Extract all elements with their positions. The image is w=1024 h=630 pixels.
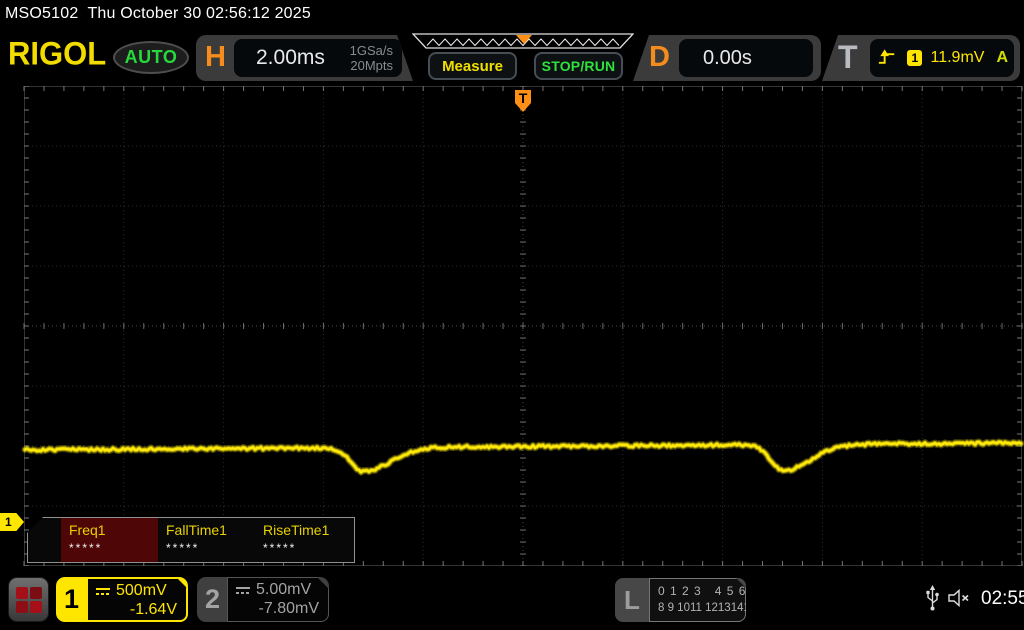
dc-coupling-icon	[235, 586, 251, 595]
oscilloscope-screen: MSO5102 Thu October 30 02:56:12 2025 RIG…	[0, 0, 1024, 630]
logic-row-0-7: 0 1 2 3 4 5 6 7	[658, 584, 759, 598]
logic-channels-badge[interactable]: L 0 1 2 3 4 5 6 7 8 9 1011 12131415	[615, 578, 746, 622]
channel2-badge[interactable]: 2 5.00mV -7.80mV	[197, 577, 329, 622]
channel1-marker-label: 1	[5, 515, 12, 529]
speaker-muted-icon[interactable]	[946, 587, 972, 609]
svg-text:T: T	[519, 90, 528, 106]
title-bar: MSO5102 Thu October 30 02:56:12 2025	[0, 0, 1024, 28]
acquisition-mode-badge: AUTO	[113, 41, 189, 74]
rigol-logo: RIGOL	[8, 35, 107, 72]
waveform-overview-strip[interactable]	[412, 32, 634, 50]
measurement-label: FallTime1	[166, 522, 227, 538]
delay-settings[interactable]: D 0.00s	[633, 35, 821, 81]
delay-value: 0.00s	[703, 47, 752, 69]
measurement-row: Freq1 ***** FallTime1 ***** RiseTime1 **…	[61, 518, 352, 562]
measurement-value: *****	[69, 541, 103, 555]
trigger-source-badge: 1	[907, 50, 923, 66]
sample-rate-memory: 1GSa/s 20Mpts	[350, 43, 393, 73]
trigger-label: T	[838, 39, 858, 75]
measurement-label: RiseTime1	[263, 522, 330, 538]
memory-depth: 20Mpts	[350, 58, 393, 73]
measure-button-label: Measure	[442, 57, 503, 75]
logic-label: L	[624, 584, 640, 615]
trigger-slope-rising-edge-icon	[878, 49, 895, 64]
delay-label: D	[649, 41, 670, 73]
trigger-position-marker[interactable]: T	[515, 90, 531, 112]
usb-icon	[926, 585, 939, 611]
measurement-cell-risetime1[interactable]: RiseTime1 *****	[255, 518, 352, 562]
channel2-content: 5.00mV -7.80mV	[227, 577, 329, 622]
quick-menu-button[interactable]	[8, 577, 49, 622]
channel1-offset: -1.64V	[129, 601, 177, 618]
channel1-scale: 500mV	[116, 582, 167, 599]
logic-row-8-15: 8 9 1011 12131415	[658, 602, 757, 614]
logic-channel-numbers: 0 1 2 3 4 5 6 7 8 9 1011 12131415	[649, 578, 746, 622]
horizontal-inner: 2.00ms 1GSa/s 20Mpts	[234, 39, 402, 77]
waveform-display[interactable]: T	[0, 86, 1024, 566]
channel2-scale: 5.00mV	[256, 581, 312, 598]
dc-coupling-icon	[95, 587, 111, 596]
channel1-number: 1	[63, 584, 80, 614]
delay-inner: 0.00s	[679, 39, 813, 77]
stop-run-button[interactable]: STOP/RUN	[534, 52, 623, 80]
timebase-value: 2.00ms	[256, 46, 325, 69]
acquisition-mode-label: AUTO	[124, 47, 178, 67]
measurement-value: *****	[166, 541, 200, 555]
grid-menu-icon	[15, 586, 42, 613]
horizontal-label: H	[205, 41, 226, 73]
horizontal-settings[interactable]: H 2.00ms 1GSa/s 20Mpts	[196, 35, 413, 81]
trigger-level: 11.9mV	[930, 49, 985, 66]
measurement-results-box[interactable]: Freq1 ***** FallTime1 ***** RiseTime1 **…	[27, 517, 355, 563]
status-clock: 02:55	[981, 588, 1024, 609]
model-and-datetime: MSO5102 Thu October 30 02:56:12 2025	[5, 5, 311, 22]
trigger-settings[interactable]: T 1 11.9mV A	[822, 35, 1020, 81]
measurement-cell-freq1[interactable]: Freq1 *****	[61, 518, 158, 562]
measure-button[interactable]: Measure	[428, 52, 517, 80]
channel2-offset: -7.80mV	[258, 600, 319, 617]
measurement-cell-falltime1[interactable]: FallTime1 *****	[158, 518, 255, 562]
stop-run-button-label: STOP/RUN	[541, 58, 616, 74]
trigger-inner: 1 11.9mV A	[870, 39, 1014, 77]
trigger-source: 1	[911, 51, 919, 65]
sample-rate: 1GSa/s	[349, 43, 393, 58]
trigger-coupling: A	[996, 49, 1008, 66]
measurement-value: *****	[263, 541, 297, 555]
channel1-content: 500mV -1.64V	[86, 577, 188, 622]
channel1-badge[interactable]: 1 500mV -1.64V	[56, 577, 188, 622]
channel2-number: 2	[204, 584, 221, 614]
measurement-label: Freq1	[69, 522, 106, 538]
